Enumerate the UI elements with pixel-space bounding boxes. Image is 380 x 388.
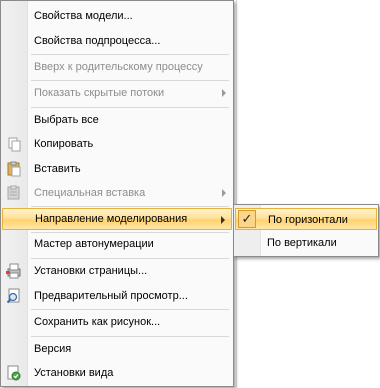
background-divider xyxy=(236,0,237,388)
menu-item-model-properties[interactable]: Свойства модели... xyxy=(2,5,232,27)
checkmark-icon: ✓ xyxy=(238,210,256,228)
menu-item-modeling-direction[interactable]: Направление моделирования xyxy=(2,208,232,230)
menu-item-label: Вверх к родительскому процессу xyxy=(34,61,203,73)
menu-separator xyxy=(31,54,229,55)
submenu-item-label: По горизонтали xyxy=(268,214,348,226)
menu-item-label: Выбрать все xyxy=(34,114,99,126)
menu-item-label: Копировать xyxy=(34,138,94,150)
menu-separator xyxy=(31,206,229,207)
menu-item-label: Направление моделирования xyxy=(35,213,188,225)
submenu-item-horizontal[interactable]: ✓ По горизонтали xyxy=(235,208,377,230)
menu-item-copy[interactable]: Копировать xyxy=(2,133,232,155)
menu-item-label: Вставить xyxy=(34,163,81,175)
menu-item-label: Сохранить как рисунок... xyxy=(34,316,161,328)
submenu-item-vertical[interactable]: По вертикали xyxy=(235,232,377,254)
submenu-arrow-icon xyxy=(221,216,225,224)
modeling-direction-submenu: ✓ По горизонтали По вертикали xyxy=(233,204,379,257)
menu-item-version[interactable]: Версия xyxy=(2,338,232,360)
menu-item-subprocess-properties[interactable]: Свойства подпроцесса... xyxy=(2,30,232,52)
menu-item-label: Специальная вставка xyxy=(34,187,146,199)
menu-separator xyxy=(31,80,229,81)
menu-item-label: Показать скрытые потоки xyxy=(34,87,165,99)
menu-item-show-hidden-flows: Показать скрытые потоки xyxy=(2,82,232,104)
copy-icon xyxy=(8,137,21,152)
menu-separator xyxy=(31,258,229,259)
menu-item-save-as-image[interactable]: Сохранить как рисунок... xyxy=(2,311,232,333)
menu-item-autonumber-wizard[interactable]: Мастер автонумерации xyxy=(2,233,232,255)
menu-item-label: Версия xyxy=(34,343,72,355)
view-settings-icon xyxy=(7,365,21,381)
page-setup-icon xyxy=(6,263,21,279)
context-menu: Свойства модели... Свойства подпроцесса.… xyxy=(0,0,234,387)
menu-item-select-all[interactable]: Выбрать все xyxy=(2,109,232,131)
menu-separator xyxy=(31,336,229,337)
menu-item-label: Установки страницы... xyxy=(34,265,148,277)
menu-item-label: Предварительный просмотр... xyxy=(34,290,188,302)
menu-item-label: Свойства модели... xyxy=(34,10,133,22)
submenu-arrow-icon xyxy=(222,89,226,97)
menu-item-up-to-parent: Вверх к родительскому процессу xyxy=(2,56,232,78)
menu-item-paste[interactable]: Вставить xyxy=(2,158,232,180)
menu-item-paste-special: Специальная вставка xyxy=(2,182,232,204)
menu-item-label: Свойства подпроцесса... xyxy=(34,35,161,47)
menu-separator xyxy=(31,309,229,310)
menu-item-print-preview[interactable]: Предварительный просмотр... xyxy=(2,285,232,307)
menu-item-label: Мастер автонумерации xyxy=(34,238,154,250)
menu-item-page-setup[interactable]: Установки страницы... xyxy=(2,260,232,282)
menu-separator xyxy=(31,107,229,108)
print-preview-icon xyxy=(6,288,20,304)
paste-special-icon xyxy=(7,185,20,200)
submenu-arrow-icon xyxy=(222,189,226,197)
menu-item-label: Установки вида xyxy=(34,367,114,379)
menu-item-view-settings[interactable]: Установки вида xyxy=(2,362,232,384)
paste-icon xyxy=(7,161,21,177)
submenu-item-label: По вертикали xyxy=(267,237,337,249)
